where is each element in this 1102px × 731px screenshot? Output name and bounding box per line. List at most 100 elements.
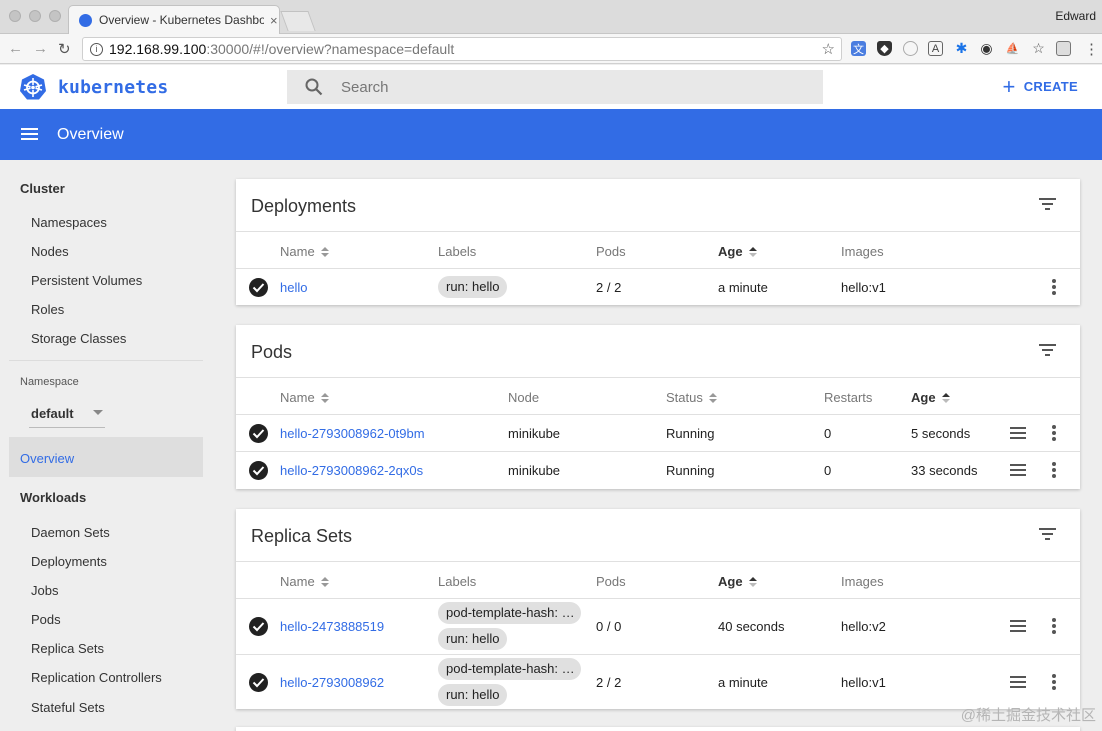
more-vert-icon[interactable] <box>1052 618 1056 634</box>
column-header-pods: Pods <box>596 574 626 589</box>
more-vert-icon[interactable] <box>1052 425 1056 441</box>
page-title: Overview <box>57 126 124 143</box>
search-bar[interactable] <box>287 70 823 104</box>
replica-set-name-link[interactable]: hello-2473888519 <box>280 619 384 634</box>
pods-count: 2 / 2 <box>596 675 622 690</box>
image-value: hello:v1 <box>841 675 886 690</box>
node-value: minikube <box>508 426 561 441</box>
replica-set-name-link[interactable]: hello-2793008962 <box>280 675 384 690</box>
boat-icon[interactable]: ⛵ <box>1005 41 1020 56</box>
sidebar-item-roles[interactable]: Roles <box>31 302 64 317</box>
tab-close-icon[interactable]: × <box>270 13 278 28</box>
shield-icon[interactable]: ◆ <box>877 41 892 56</box>
back-icon[interactable]: ← <box>8 40 23 57</box>
sidebar-item-daemon-sets[interactable]: Daemon Sets <box>31 525 110 540</box>
label-chip: run: hello <box>438 276 508 298</box>
window-minimize-button[interactable] <box>29 10 41 22</box>
circle-icon[interactable] <box>903 41 918 56</box>
sidebar-heading-cluster[interactable]: Cluster <box>20 181 65 196</box>
deployments-card: Deployments Name Labels Pods Age Images … <box>236 179 1080 305</box>
sidebar: Cluster Namespaces Nodes Persistent Volu… <box>0 160 220 731</box>
deployment-name-link[interactable]: hello <box>280 280 307 295</box>
more-vert-icon[interactable] <box>1052 462 1056 478</box>
sidebar-item-stateful-sets[interactable]: Stateful Sets <box>31 700 105 715</box>
check-circle-icon <box>249 617 268 636</box>
browser-profile-name[interactable]: Edward <box>1055 9 1096 23</box>
card-title: Deployments <box>251 196 357 216</box>
new-tab-button[interactable] <box>280 11 316 31</box>
record-icon[interactable]: ◉ <box>979 40 994 56</box>
sidebar-item-storage-classes[interactable]: Storage Classes <box>31 331 126 346</box>
sidebar-item-replica-sets[interactable]: Replica Sets <box>31 641 104 656</box>
column-header-name[interactable]: Name <box>280 390 329 405</box>
column-header-name[interactable]: Name <box>280 574 329 589</box>
brand-name[interactable]: kubernetes <box>58 77 168 98</box>
pod-name-link[interactable]: hello-2793008962-0t9bm <box>280 426 425 441</box>
image-value: hello:v2 <box>841 619 886 634</box>
table-header: Name Labels Pods Age Images <box>236 561 1080 599</box>
kubernetes-logo-icon[interactable] <box>19 73 47 101</box>
a-icon[interactable]: A <box>928 41 943 56</box>
image-value: hello:v1 <box>841 280 886 295</box>
table-row: hello-2793008962-2qx0s minikube Running … <box>236 451 1080 489</box>
sidebar-item-pods[interactable]: Pods <box>31 612 61 627</box>
column-header-age[interactable]: Age <box>718 244 757 259</box>
column-header-age[interactable]: Age <box>911 390 950 405</box>
sidebar-item-persistent-volumes[interactable]: Persistent Volumes <box>31 273 142 288</box>
forward-icon[interactable]: → <box>33 40 48 57</box>
column-header-status[interactable]: Status <box>666 390 717 405</box>
namespace-select[interactable]: default <box>29 404 105 428</box>
check-circle-icon <box>249 278 268 297</box>
sidebar-item-deployments[interactable]: Deployments <box>31 554 107 569</box>
pod-name-link[interactable]: hello-2793008962-2qx0s <box>280 463 423 478</box>
url-path: :30000/#!/overview?namespace=default <box>206 41 455 57</box>
filter-icon[interactable] <box>1039 528 1056 540</box>
translate-icon[interactable]: 文 <box>851 41 866 56</box>
reload-icon[interactable]: ↻ <box>58 40 71 58</box>
bookmark-star-icon[interactable]: ☆ <box>822 40 835 58</box>
filter-icon[interactable] <box>1039 344 1056 356</box>
menu-icon[interactable] <box>21 128 38 140</box>
browser-tab-overview[interactable]: Overview - Kubernetes Dashboard × <box>68 5 280 34</box>
age-value: 40 seconds <box>718 619 785 634</box>
snowflake-icon[interactable]: ✱ <box>954 40 969 56</box>
info-icon[interactable]: i <box>90 42 103 56</box>
window-zoom-button[interactable] <box>49 10 61 22</box>
next-card <box>236 727 1080 731</box>
browser-menu-icon[interactable]: ⋮ <box>1084 40 1099 58</box>
column-header-node: Node <box>508 390 540 405</box>
check-circle-icon <box>249 424 268 443</box>
watermark: @稀土掘金技术社区 <box>960 707 1096 724</box>
sidebar-item-replication-controllers[interactable]: Replication Controllers <box>31 670 162 685</box>
card-title: Replica Sets <box>251 526 353 546</box>
more-vert-icon[interactable] <box>1052 279 1056 295</box>
window-close-button[interactable] <box>9 10 21 22</box>
sidebar-item-nodes[interactable]: Nodes <box>31 244 69 259</box>
sidebar-item-overview[interactable]: Overview <box>9 437 203 477</box>
label-chip: run: hello <box>438 628 508 650</box>
more-vert-icon[interactable] <box>1052 674 1056 690</box>
pods-card: Pods Name Node Status Restarts Age hello… <box>236 325 1080 489</box>
sidebar-heading-workloads[interactable]: Workloads <box>20 490 86 505</box>
browser-tab-bar: Overview - Kubernetes Dashboard × Edward <box>0 0 1102 34</box>
kubernetes-favicon-icon <box>79 13 92 27</box>
create-button[interactable]: + CREATE <box>1003 75 1078 97</box>
logs-icon[interactable] <box>1010 620 1026 632</box>
table-row: hello-2793008962 pod-template-hash: … ru… <box>236 654 1080 709</box>
sidebar-item-namespaces[interactable]: Namespaces <box>31 215 107 230</box>
column-header-labels: Labels <box>438 244 477 259</box>
star-extension-icon[interactable]: ☆ <box>1031 40 1046 56</box>
column-header-name[interactable]: Name <box>280 244 329 259</box>
logs-icon[interactable] <box>1010 427 1026 439</box>
sidebar-divider <box>9 360 203 361</box>
app-header: kubernetes + CREATE <box>0 65 1102 109</box>
logs-icon[interactable] <box>1010 464 1026 476</box>
column-header-age[interactable]: Age <box>718 574 757 589</box>
logs-icon[interactable] <box>1010 676 1026 688</box>
square-icon[interactable] <box>1056 41 1071 56</box>
sidebar-item-jobs[interactable]: Jobs <box>31 583 58 598</box>
filter-icon[interactable] <box>1039 198 1056 210</box>
search-input[interactable] <box>341 78 741 96</box>
url-field[interactable]: i 192.168.99.100:30000/#!/overview?names… <box>82 37 842 61</box>
create-label: CREATE <box>1023 79 1078 94</box>
